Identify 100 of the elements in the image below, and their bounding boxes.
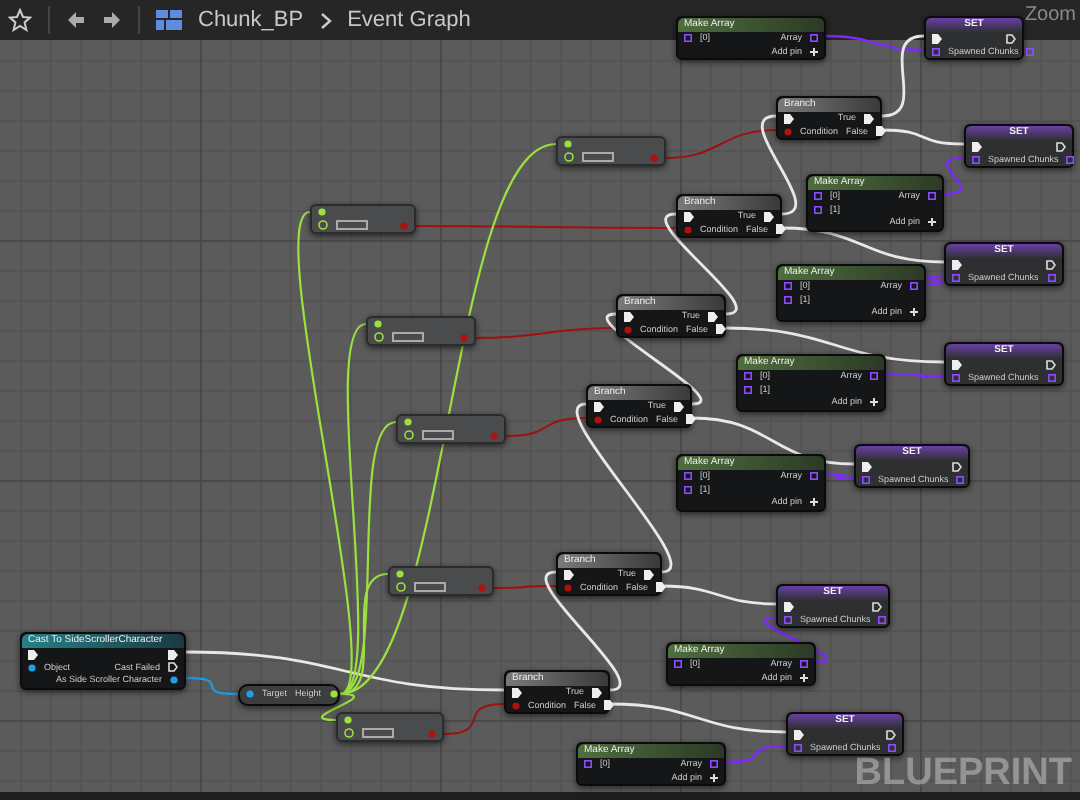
array-pin-icon[interactable] — [952, 273, 960, 282]
array-pin-icon[interactable] — [794, 743, 802, 752]
float-pin-icon[interactable] — [318, 220, 328, 231]
exec-pin-icon[interactable] — [784, 113, 794, 124]
exec-pin-icon[interactable] — [972, 141, 982, 152]
array-pin-icon[interactable] — [1048, 373, 1056, 382]
array-pin-icon[interactable] — [956, 475, 965, 484]
array-pin-icon[interactable] — [784, 282, 792, 291]
data-pin-icon[interactable] — [564, 140, 572, 149]
graph-node[interactable] — [396, 414, 506, 444]
array-pin-icon[interactable] — [744, 372, 752, 381]
exec-pin-icon[interactable] — [1046, 359, 1056, 370]
exec-pin-icon[interactable] — [876, 126, 887, 137]
exec-pin-icon[interactable] — [886, 729, 896, 740]
breadcrumb-link[interactable]: Event Graph — [347, 3, 471, 37]
value-field[interactable] — [414, 582, 446, 593]
array-pin-icon[interactable] — [932, 47, 940, 56]
data-pin-icon[interactable] — [28, 663, 36, 672]
forward-arrow-icon[interactable] — [102, 10, 122, 30]
float-pin-icon[interactable] — [344, 728, 354, 739]
array-pin-icon[interactable] — [674, 660, 682, 669]
exec-pin-icon[interactable] — [624, 311, 634, 322]
exec-pin-icon[interactable] — [708, 311, 718, 322]
array-pin-icon[interactable] — [800, 660, 808, 669]
exec-pin-icon[interactable] — [28, 649, 38, 660]
array-pin-icon[interactable] — [972, 155, 980, 164]
array-pin-icon[interactable] — [952, 373, 960, 382]
graph-node[interactable] — [388, 566, 494, 596]
graph-node[interactable] — [556, 136, 666, 166]
array-pin-icon[interactable] — [888, 743, 897, 752]
exec-pin-icon[interactable] — [716, 324, 727, 335]
array-pin-icon[interactable] — [814, 205, 822, 214]
float-pin-icon[interactable] — [404, 430, 414, 441]
value-field[interactable] — [392, 332, 424, 343]
value-field[interactable] — [422, 430, 454, 441]
array-pin-icon[interactable] — [744, 385, 752, 394]
array-pin-icon[interactable] — [710, 760, 718, 769]
array-pin-icon[interactable] — [1048, 273, 1056, 282]
array-pin-icon[interactable] — [814, 192, 822, 201]
plus-icon[interactable] — [810, 498, 818, 507]
data-pin-icon[interactable] — [329, 690, 338, 699]
array-pin-icon[interactable] — [784, 615, 792, 624]
array-pin-icon[interactable] — [810, 472, 818, 481]
value-field[interactable] — [362, 728, 394, 739]
array-pin-icon[interactable] — [1066, 155, 1075, 164]
data-pin-icon[interactable] — [374, 320, 382, 329]
exec-pin-icon[interactable] — [764, 211, 774, 222]
float-pin-icon[interactable] — [396, 582, 406, 593]
exec-pin-icon[interactable] — [564, 569, 574, 580]
exec-pin-icon[interactable] — [512, 687, 522, 698]
exec-pin-icon[interactable] — [864, 113, 874, 124]
float-pin-icon[interactable] — [564, 152, 574, 163]
exec-pin-icon[interactable] — [862, 461, 872, 472]
float-pin-icon[interactable] — [374, 332, 384, 343]
data-pin-icon[interactable] — [404, 418, 412, 427]
exec-pin-icon[interactable] — [1056, 141, 1066, 152]
array-pin-icon[interactable] — [684, 472, 692, 481]
data-pin-icon[interactable] — [318, 208, 326, 217]
plus-icon[interactable] — [870, 398, 878, 407]
data-pin-icon[interactable] — [170, 676, 178, 685]
array-pin-icon[interactable] — [870, 372, 878, 381]
star-icon[interactable] — [8, 8, 32, 32]
array-pin-icon[interactable] — [862, 475, 870, 484]
exec-pin-icon[interactable] — [168, 649, 178, 660]
exec-pin-icon[interactable] — [1046, 259, 1056, 270]
array-pin-icon[interactable] — [928, 192, 936, 201]
exec-pin-icon[interactable] — [674, 401, 684, 412]
breadcrumb-link[interactable]: Chunk_BP — [198, 3, 304, 37]
exec-pin-icon[interactable] — [794, 729, 804, 740]
exec-pin-icon[interactable] — [594, 401, 604, 412]
plus-icon[interactable] — [910, 308, 918, 317]
value-field[interactable] — [336, 220, 368, 231]
exec-pin-icon[interactable] — [952, 259, 962, 270]
graph-node[interactable] — [366, 316, 476, 346]
array-pin-icon[interactable] — [584, 760, 592, 769]
graph-node[interactable] — [310, 204, 416, 234]
exec-pin-icon[interactable] — [932, 33, 942, 44]
exec-pin-icon[interactable] — [686, 414, 697, 425]
back-arrow-icon[interactable] — [66, 10, 86, 30]
array-pin-icon[interactable] — [784, 295, 792, 304]
plus-icon[interactable] — [800, 673, 808, 682]
exec-pin-icon[interactable] — [644, 569, 654, 580]
exec-pin-icon[interactable] — [952, 461, 962, 472]
exec-pin-icon[interactable] — [656, 582, 667, 593]
exec-pin-icon[interactable] — [776, 224, 787, 235]
array-pin-icon[interactable] — [684, 34, 692, 43]
value-field[interactable] — [582, 152, 614, 163]
plus-icon[interactable] — [710, 773, 718, 782]
data-pin-icon[interactable] — [396, 570, 404, 579]
array-pin-icon[interactable] — [684, 485, 692, 494]
graph-node[interactable] — [336, 712, 444, 742]
exec-pin-icon[interactable] — [684, 211, 694, 222]
array-pin-icon[interactable] — [878, 615, 887, 624]
exec-pin-icon[interactable] — [592, 687, 602, 698]
plus-icon[interactable] — [810, 47, 818, 56]
exec-pin-icon[interactable] — [872, 601, 882, 612]
exec-pin-icon[interactable] — [952, 359, 962, 370]
data-pin-icon[interactable] — [344, 716, 352, 725]
exec-pin-icon[interactable] — [604, 700, 615, 711]
array-pin-icon[interactable] — [810, 34, 818, 43]
